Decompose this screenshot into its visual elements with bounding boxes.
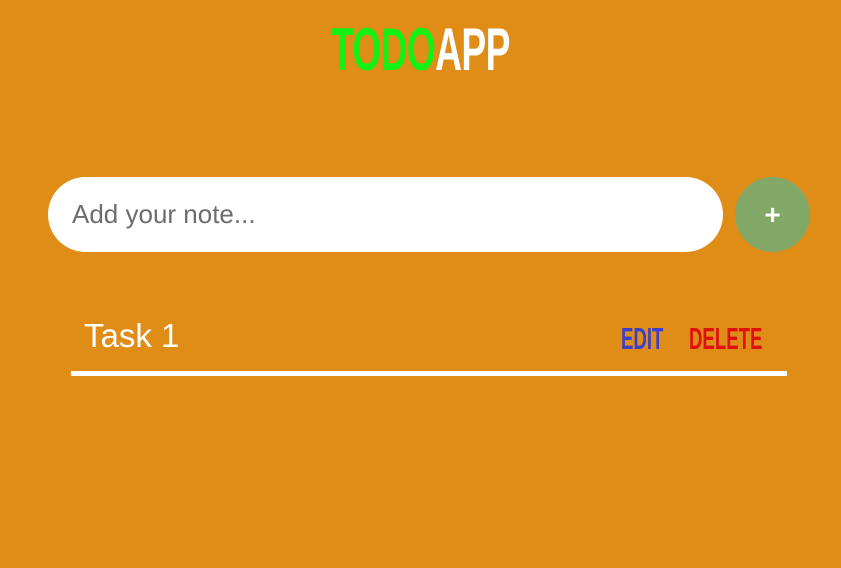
title-app: APP <box>435 16 510 83</box>
task-text: Task 1 <box>84 317 180 354</box>
page-title: TODOAPP <box>0 18 841 82</box>
add-note-button[interactable]: + <box>735 177 810 252</box>
task-list: Task 1 EDIT DELETE <box>71 300 787 376</box>
title-todo: TODO <box>331 16 436 83</box>
delete-button[interactable]: DELETE <box>689 322 762 356</box>
note-composer: + <box>48 177 810 252</box>
note-input[interactable] <box>48 177 723 252</box>
app-title: TODOAPP <box>331 16 511 83</box>
edit-button[interactable]: EDIT <box>621 322 663 356</box>
task-item: Task 1 EDIT DELETE <box>71 300 787 376</box>
